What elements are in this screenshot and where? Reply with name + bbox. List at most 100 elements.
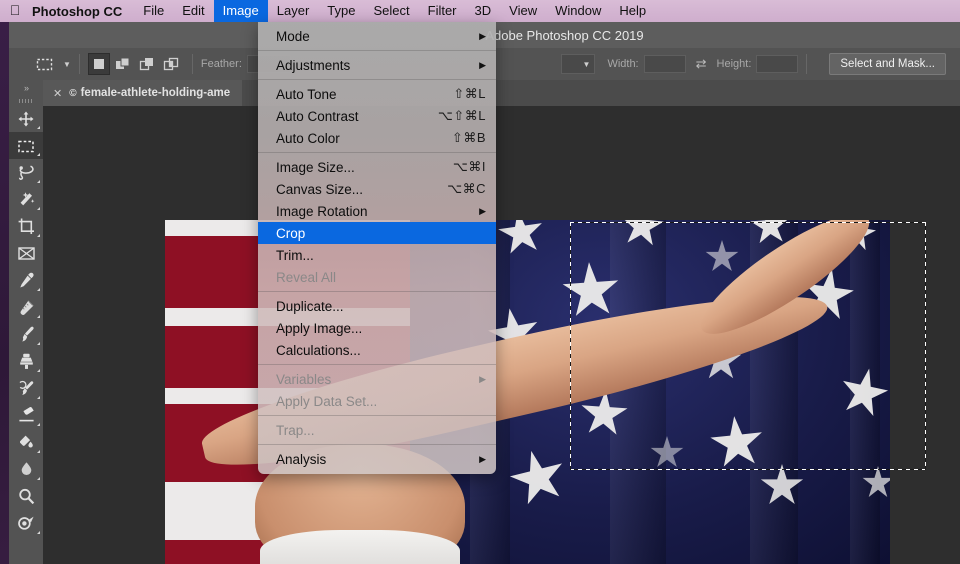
menu-image[interactable]: Image [213, 0, 268, 22]
menu-item-label: Trap... [276, 422, 315, 438]
submenu-arrow-icon: ▶ [479, 373, 486, 384]
menu-file[interactable]: File [134, 0, 173, 22]
chevron-down-icon[interactable]: ▼ [63, 60, 71, 69]
menu-item-label: Auto Color [276, 130, 340, 146]
swap-arrows-icon[interactable]: ⇄ [696, 56, 707, 72]
menu-filter[interactable]: Filter [419, 0, 466, 22]
menu-item-apply-image[interactable]: Apply Image... [258, 317, 496, 339]
menu-edit[interactable]: Edit [173, 0, 213, 22]
menu-item-label: Apply Data Set... [276, 393, 378, 409]
lasso-tool[interactable] [9, 159, 43, 186]
submenu-arrow-icon: ▶ [479, 205, 486, 216]
frame-tool[interactable] [9, 240, 43, 267]
menu-help[interactable]: Help [610, 0, 655, 22]
feather-label: Feather: [200, 58, 242, 70]
menu-separator [258, 364, 496, 365]
dodge-tool[interactable] [9, 510, 43, 537]
menu-item-label: Auto Contrast [276, 108, 359, 124]
submenu-arrow-icon: ▶ [479, 59, 486, 70]
menu-item-label: Image Rotation [276, 203, 368, 219]
copyright-icon: © [69, 87, 77, 99]
move-tool[interactable] [9, 105, 43, 132]
eyedropper-tool[interactable] [9, 267, 43, 294]
width-input[interactable] [643, 55, 686, 73]
menu-item-label: Adjustments [276, 57, 351, 73]
zoom-tool[interactable] [9, 483, 43, 510]
menu-item-label: Variables [276, 371, 332, 387]
menu-separator [258, 415, 496, 416]
menu-item-duplicate[interactable]: Duplicate... [258, 295, 496, 317]
crop-tool[interactable] [9, 213, 43, 240]
submenu-arrow-icon: ▶ [479, 30, 486, 41]
tool-panel: » [9, 80, 43, 564]
menu-item-label: Apply Image... [276, 320, 363, 336]
width-label: Width: [607, 58, 639, 70]
menu-item-mode[interactable]: Mode ▶ [258, 25, 496, 47]
menu-item-label: Analysis [276, 451, 327, 467]
screenshot-root: Adobe Photoshop CC 2019 ▼ Feather: ▼ Wid… [0, 0, 960, 564]
menu-item-variables: Variables ▶ [258, 368, 496, 390]
menu-item-auto-contrast[interactable]: Auto Contrast ⌥⇧⌘L [258, 105, 496, 127]
subtract-from-selection-button[interactable] [136, 53, 158, 75]
menu-window[interactable]: Window [546, 0, 610, 22]
menu-separator [258, 50, 496, 51]
intersect-selection-button[interactable] [160, 53, 182, 75]
menu-item-canvas-size[interactable]: Canvas Size... ⌥⌘C [258, 178, 496, 200]
menu-3d[interactable]: 3D [466, 0, 501, 22]
menu-item-label: Reveal All [276, 269, 337, 285]
apple-logo-icon[interactable]:  [0, 3, 30, 19]
add-to-selection-button[interactable] [112, 53, 134, 75]
close-icon[interactable]: ✕ [53, 87, 62, 100]
menu-item-label: Calculations... [276, 342, 361, 358]
menu-item-trim[interactable]: Trim... [258, 244, 496, 266]
menu-item-shortcut: ⌥⌘I [452, 159, 486, 174]
healing-brush-tool[interactable] [9, 294, 43, 321]
new-selection-button[interactable] [87, 53, 110, 75]
menu-item-label: Mode [276, 28, 310, 44]
menu-type[interactable]: Type [318, 0, 364, 22]
menu-item-label: Canvas Size... [276, 181, 364, 197]
history-brush-tool[interactable] [9, 375, 43, 402]
gradient-tool[interactable] [9, 429, 43, 456]
drag-grip-icon[interactable] [9, 96, 43, 105]
athlete-shorts [260, 530, 460, 564]
blur-tool[interactable] [9, 456, 43, 483]
app-name-label[interactable]: Photoshop CC [30, 4, 134, 19]
menu-item-image-size[interactable]: Image Size... ⌥⌘I [258, 156, 496, 178]
menu-item-reveal-all: Reveal All [258, 266, 496, 288]
style-dropdown[interactable]: ▼ [561, 54, 596, 74]
canvas-area[interactable] [43, 106, 960, 564]
document-tab[interactable]: ✕ © female-athlete-holding-ame [43, 80, 243, 106]
menu-item-shortcut: ⇧⌘B [451, 130, 486, 145]
image-dropdown-menu[interactable]: Mode ▶ Adjustments ▶ Auto Tone ⇧⌘L Auto Contra… [258, 22, 496, 474]
select-and-mask-label: Select and Mask... [840, 58, 935, 70]
magic-wand-tool[interactable] [9, 186, 43, 213]
clone-stamp-tool[interactable] [9, 348, 43, 375]
menu-item-label: Auto Tone [276, 86, 337, 102]
menu-item-analysis[interactable]: Analysis ▶ [258, 448, 496, 470]
submenu-arrow-icon: ▶ [479, 453, 486, 464]
menu-item-image-rotation[interactable]: Image Rotation ▶ [258, 200, 496, 222]
menu-item-label: Crop [276, 225, 306, 241]
menu-item-shortcut: ⇧⌘L [453, 86, 486, 101]
menu-item-auto-color[interactable]: Auto Color ⇧⌘B [258, 127, 496, 149]
menu-select[interactable]: Select [364, 0, 418, 22]
menu-item-auto-tone[interactable]: Auto Tone ⇧⌘L [258, 83, 496, 105]
menu-view[interactable]: View [500, 0, 546, 22]
rectangular-marquee-icon[interactable] [31, 52, 57, 76]
menu-item-trap: Trap... [258, 419, 496, 441]
select-and-mask-button[interactable]: Select and Mask... [829, 53, 946, 75]
eraser-tool[interactable] [9, 402, 43, 429]
height-label: Height: [716, 58, 752, 70]
menu-item-crop[interactable]: Crop [258, 222, 496, 244]
rectangular-marquee-tool[interactable] [9, 132, 43, 159]
height-input[interactable] [756, 55, 799, 73]
menu-item-label: Duplicate... [276, 298, 344, 314]
menu-item-adjustments[interactable]: Adjustments ▶ [258, 54, 496, 76]
collapse-panel-icon[interactable]: » [9, 80, 43, 96]
menu-item-apply-data-set: Apply Data Set... [258, 390, 496, 412]
menu-item-calculations[interactable]: Calculations... [258, 339, 496, 361]
menu-layer[interactable]: Layer [268, 0, 319, 22]
divider [78, 54, 80, 74]
brush-tool[interactable] [9, 321, 43, 348]
